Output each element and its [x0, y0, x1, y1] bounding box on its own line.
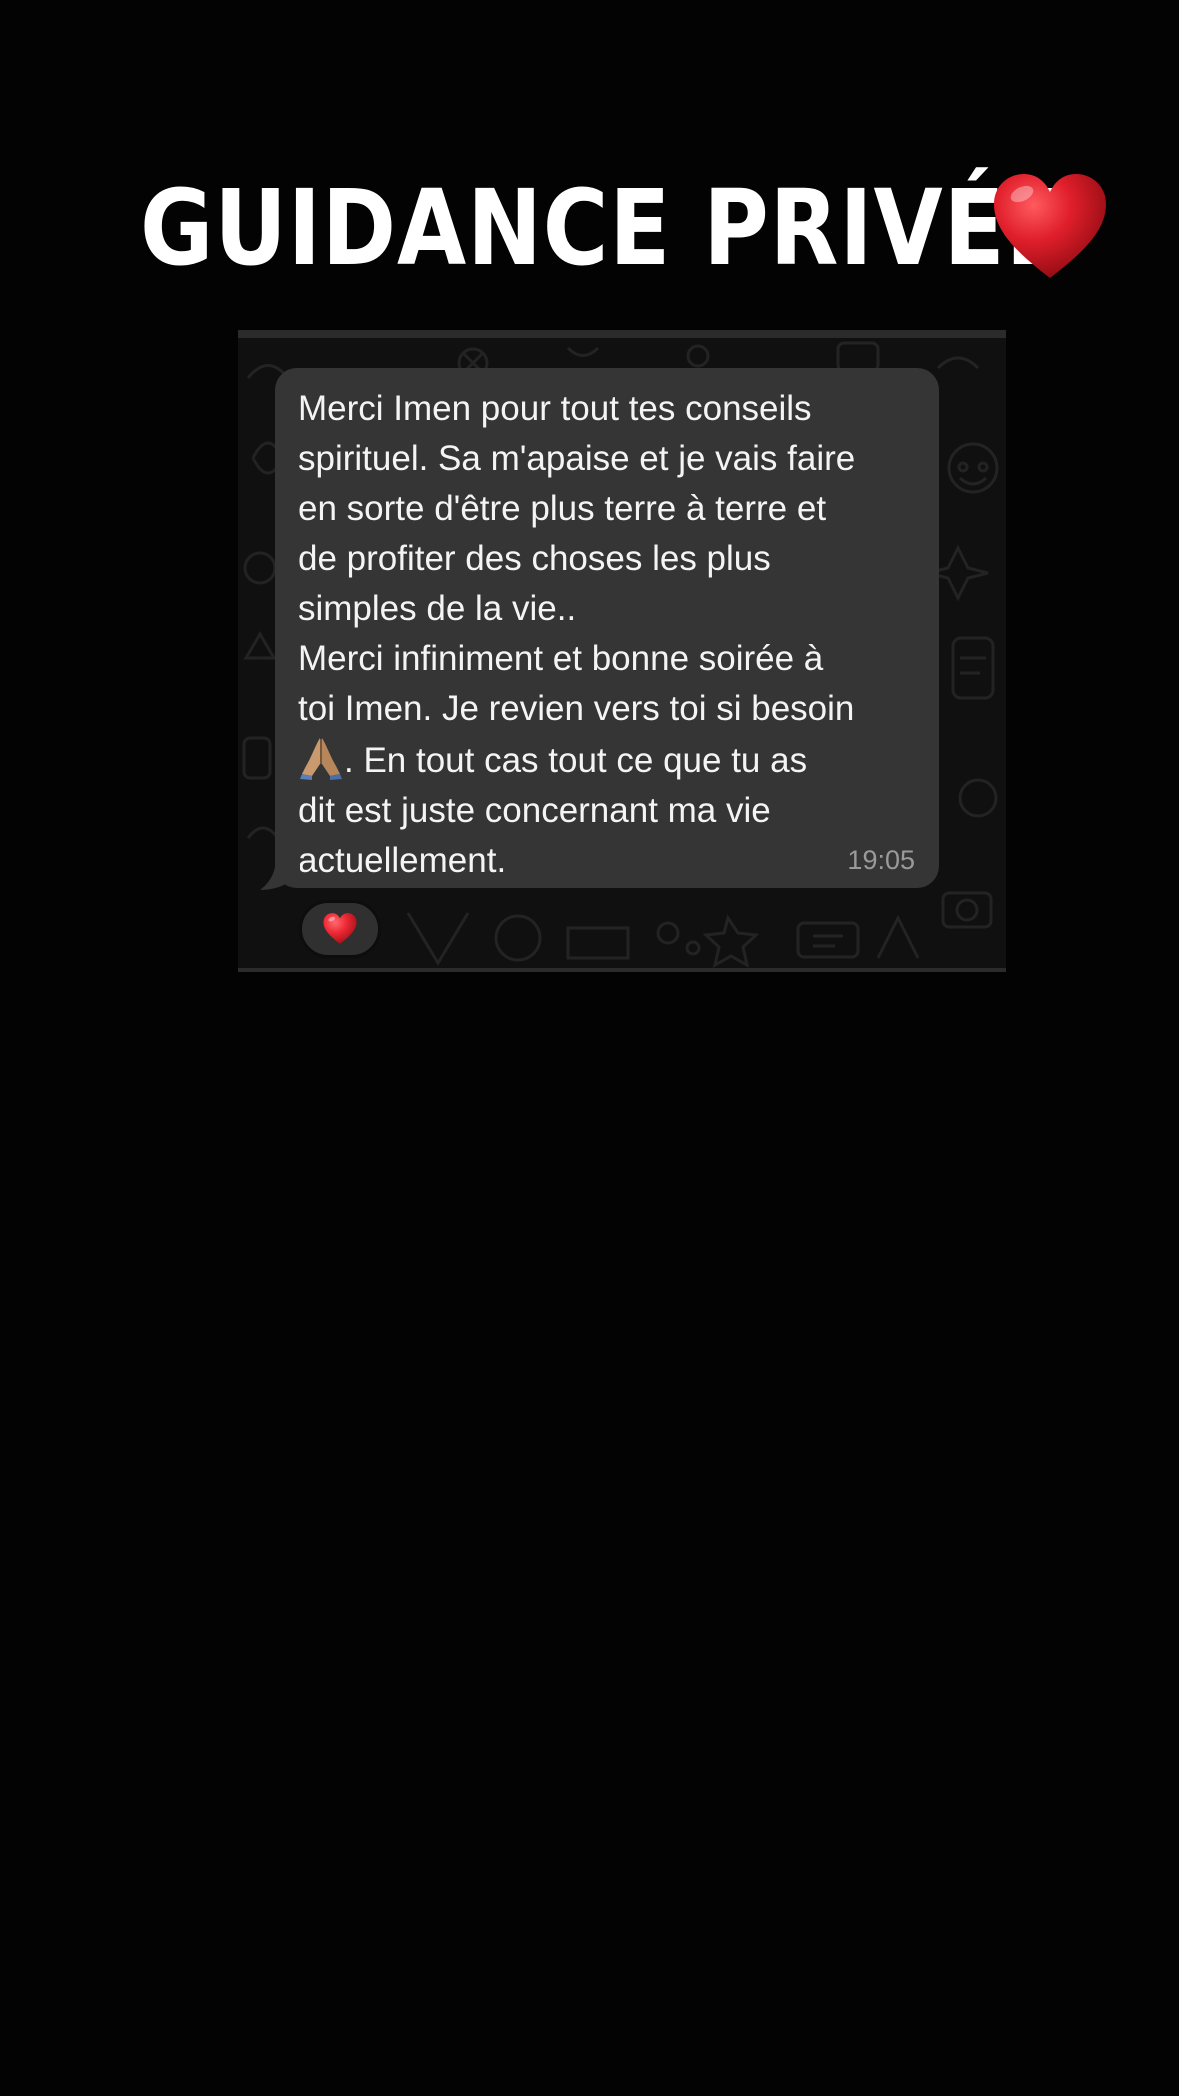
- message-bubble[interactable]: Merci Imen pour tout tes conseils spirit…: [275, 368, 939, 888]
- heart-red-icon: [323, 913, 357, 944]
- message-text: Merci Imen pour tout tes conseils spirit…: [298, 389, 856, 880]
- story-title-text: GUIDANCE PRIVÉE: [140, 167, 1068, 289]
- chat-screenshot: Merci Imen pour tout tes conseils spirit…: [238, 330, 1006, 972]
- message-timestamp: 19:05: [847, 845, 915, 875]
- bubble-tail: [260, 858, 300, 890]
- folded-hands-icon: [300, 738, 342, 780]
- heart-red-icon: [994, 174, 1106, 278]
- reaction-badge[interactable]: [299, 900, 381, 958]
